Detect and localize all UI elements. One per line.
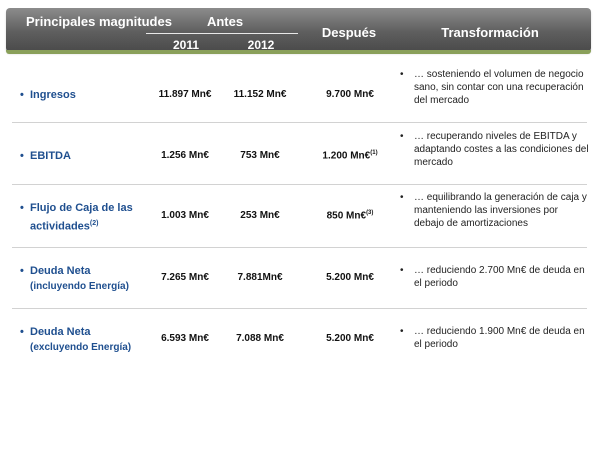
row-label-text: Flujo de Caja de las actividades(2) — [30, 202, 133, 233]
header-transformacion: Transformación — [441, 25, 539, 40]
header-antes: Antes — [206, 14, 244, 29]
row-label-subtext: (excluyendo Energía) — [30, 342, 132, 353]
note-bullet-icon: • — [400, 131, 404, 142]
row-divider — [12, 308, 587, 309]
row-label-ingresos: • Ingresos — [20, 88, 150, 103]
value-despues: 1.200 Mn€(1) — [322, 150, 378, 162]
bullet-icon: • — [20, 326, 24, 338]
row-divider — [12, 184, 587, 185]
row-label-deuda-neta-incluyendo: • Deuda Neta (incluyendo Energía) — [20, 264, 150, 294]
value-2011: 1.003 Mn€ — [161, 210, 209, 221]
footnote-marker: (2) — [89, 220, 99, 227]
note-bullet-icon: • — [400, 265, 404, 276]
value-despues: 5.200 Mn€ — [326, 272, 374, 283]
row-label-ebitda: • EBITDA — [20, 149, 150, 164]
transformation-note: • … recuperando niveles de EBITDA y adap… — [400, 130, 590, 169]
row-label-subtext: (incluyendo Energía) — [30, 281, 129, 292]
header-antes-divider — [146, 33, 298, 34]
note-text: … sosteniendo el volumen de negocio sano… — [414, 69, 584, 106]
row-divider — [12, 247, 587, 248]
bullet-icon: • — [20, 89, 24, 101]
value-despues: 5.200 Mn€ — [326, 333, 374, 344]
transformation-note: • … equilibrando la generación de caja y… — [400, 191, 590, 230]
header-despues: Después — [321, 25, 377, 40]
value-2011: 1.256 Mn€ — [161, 150, 209, 161]
value-2012: 11.152 Mn€ — [233, 89, 287, 100]
value-2012: 7.088 Mn€ — [236, 333, 284, 344]
footnote-marker: (3) — [366, 210, 374, 216]
slide: Principales magnitudes Antes 2011 2012 D… — [0, 0, 600, 450]
transformation-note: • … sosteniendo el volumen de negocio sa… — [400, 68, 590, 107]
value-despues: 850 Mn€(3) — [326, 210, 374, 222]
value-2011: 6.593 Mn€ — [161, 333, 209, 344]
transformation-note: • … reduciendo 1.900 Mn€ de deuda en el … — [400, 325, 590, 351]
note-text: … recuperando niveles de EBITDA y adapta… — [414, 131, 589, 168]
note-bullet-icon: • — [400, 326, 404, 337]
value-despues: 9.700 Mn€ — [326, 89, 374, 100]
value-2012: 253 Mn€ — [240, 210, 280, 221]
row-label-text: Deuda Neta — [30, 326, 91, 338]
value-2012: 753 Mn€ — [240, 150, 280, 161]
row-label-text: EBITDA — [30, 150, 71, 162]
note-text: … equilibrando la generación de caja y m… — [414, 192, 587, 229]
value-2011: 11.897 Mn€ — [158, 89, 212, 100]
value-2011: 7.265 Mn€ — [161, 272, 209, 283]
row-divider — [12, 122, 587, 123]
header-year-2011: 2011 — [172, 38, 200, 52]
bullet-icon: • — [20, 202, 24, 214]
note-bullet-icon: • — [400, 69, 404, 80]
row-label-flujo-de-caja: • Flujo de Caja de las actividades(2) — [20, 201, 150, 235]
transformation-note: • … reduciendo 2.700 Mn€ de deuda en el … — [400, 264, 590, 290]
header-principales-magnitudes: Principales magnitudes — [26, 14, 172, 29]
note-text: … reduciendo 2.700 Mn€ de deuda en el pe… — [414, 265, 585, 289]
value-2012: 7.881Mn€ — [237, 272, 283, 283]
row-label-text: Ingresos — [30, 89, 76, 101]
header-accent-line — [6, 50, 591, 54]
bullet-icon: • — [20, 265, 24, 277]
row-label-deuda-neta-excluyendo: • Deuda Neta (excluyendo Energía) — [20, 325, 150, 355]
note-bullet-icon: • — [400, 192, 404, 203]
bullet-icon: • — [20, 150, 24, 162]
header-year-2012: 2012 — [247, 38, 275, 52]
note-text: … reduciendo 1.900 Mn€ de deuda en el pe… — [414, 326, 585, 350]
row-label-text: Deuda Neta — [30, 265, 91, 277]
footnote-marker: (1) — [370, 150, 378, 156]
